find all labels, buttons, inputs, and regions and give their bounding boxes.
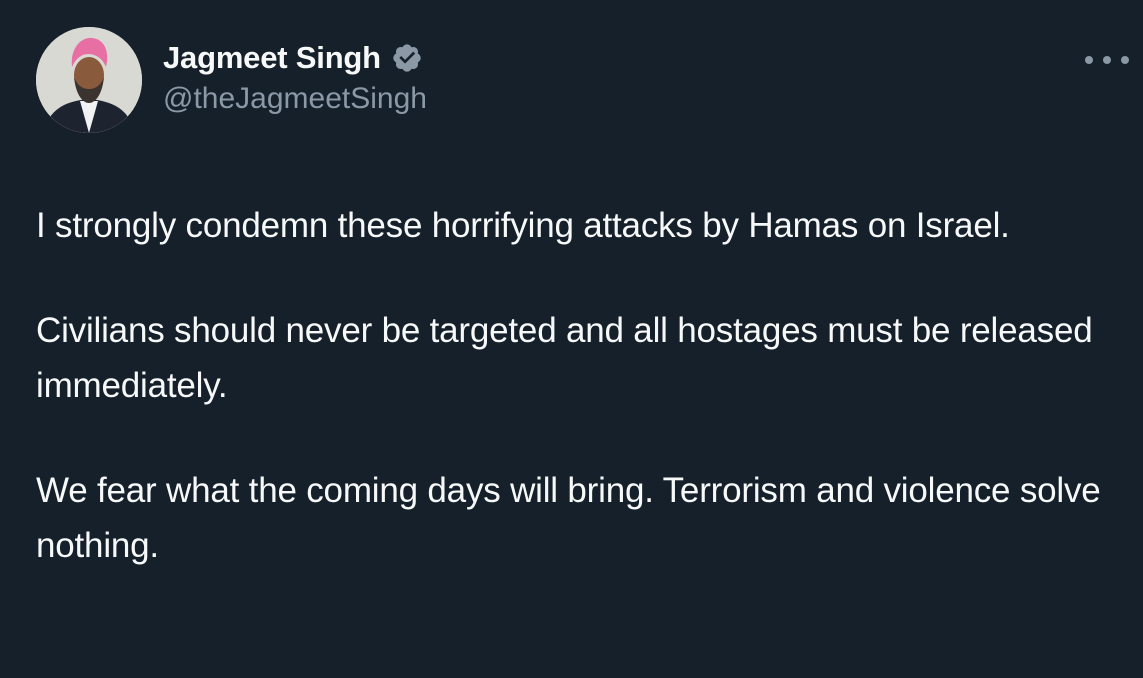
tweet-card: Jagmeet Singh @theJagmeetSingh I strongl… [0, 0, 1143, 678]
author-avatar[interactable] [36, 27, 142, 133]
tweet-paragraph: Civilians should never be targeted and a… [36, 311, 1093, 405]
author-display-name[interactable]: Jagmeet Singh [163, 40, 381, 76]
tweet-paragraph: I strongly condemn these horrifying atta… [36, 206, 1010, 245]
author-handle[interactable]: @theJagmeetSingh [163, 82, 427, 116]
ellipsis-icon [1085, 56, 1093, 64]
tweet-text: I strongly condemn these horrifying atta… [36, 198, 1131, 623]
verified-badge-icon [391, 42, 423, 74]
author-name-row: Jagmeet Singh [163, 38, 423, 78]
ellipsis-icon [1103, 56, 1111, 64]
ellipsis-icon [1121, 56, 1129, 64]
profile-photo-icon [36, 27, 142, 133]
more-options-button[interactable] [1085, 48, 1129, 72]
tweet-paragraph: We fear what the coming days will bring.… [36, 471, 1101, 565]
